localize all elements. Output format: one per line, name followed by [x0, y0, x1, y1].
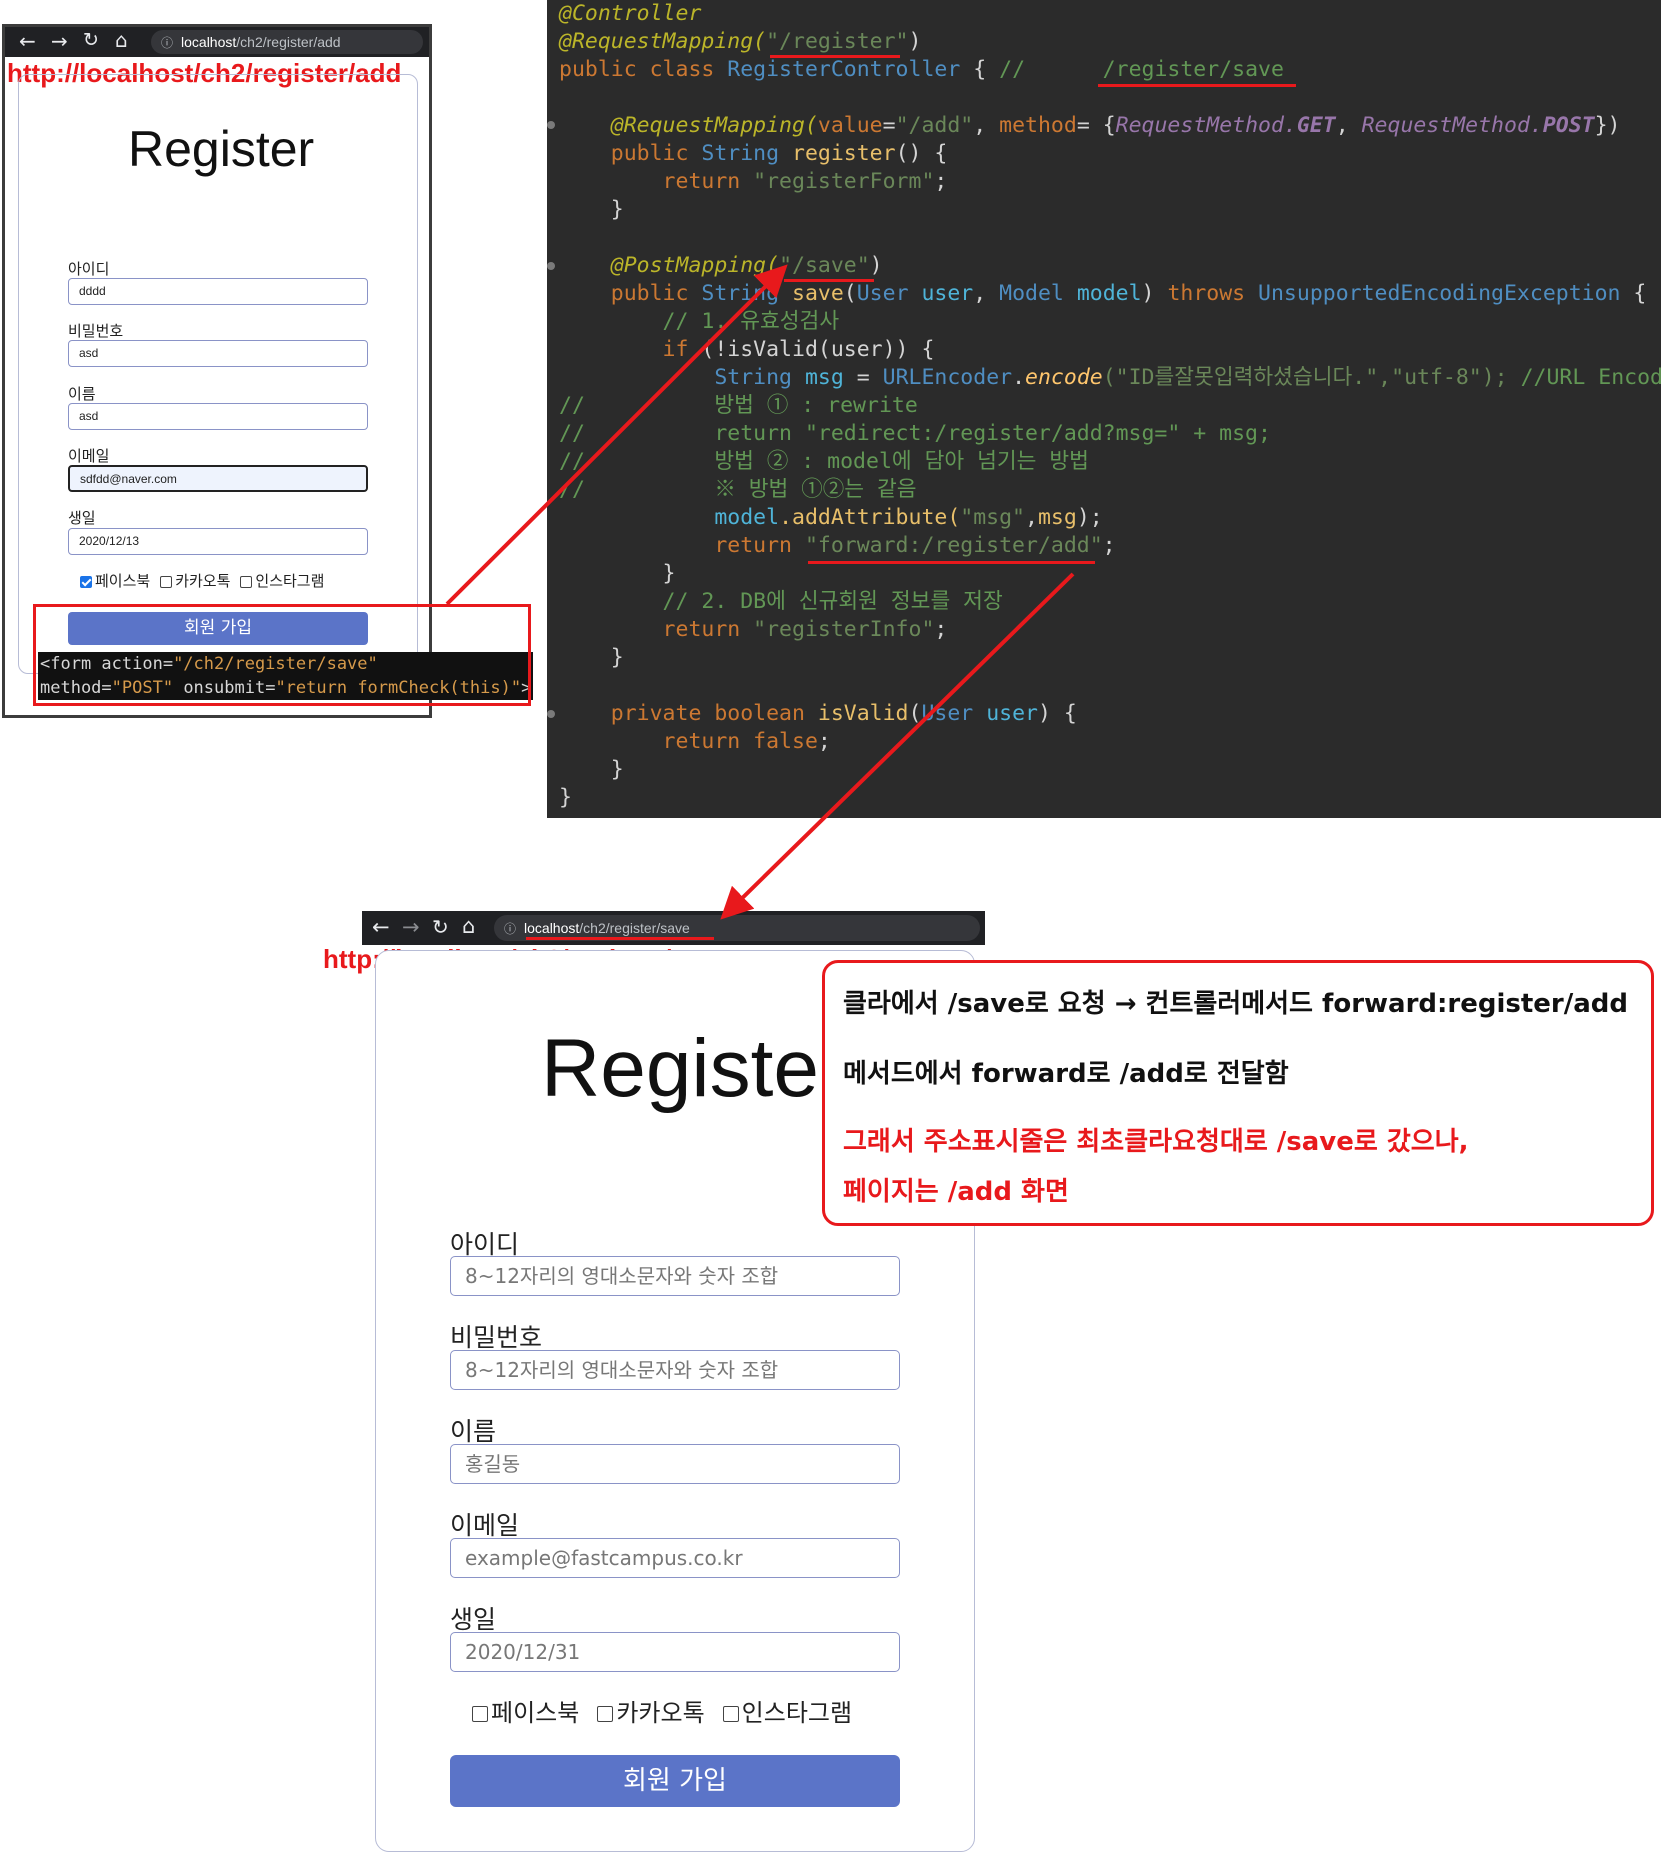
arrow-overlay [445, 264, 1075, 920]
arrow-forward-to-save-url [720, 572, 1075, 920]
arrow-form-to-save [445, 264, 788, 606]
